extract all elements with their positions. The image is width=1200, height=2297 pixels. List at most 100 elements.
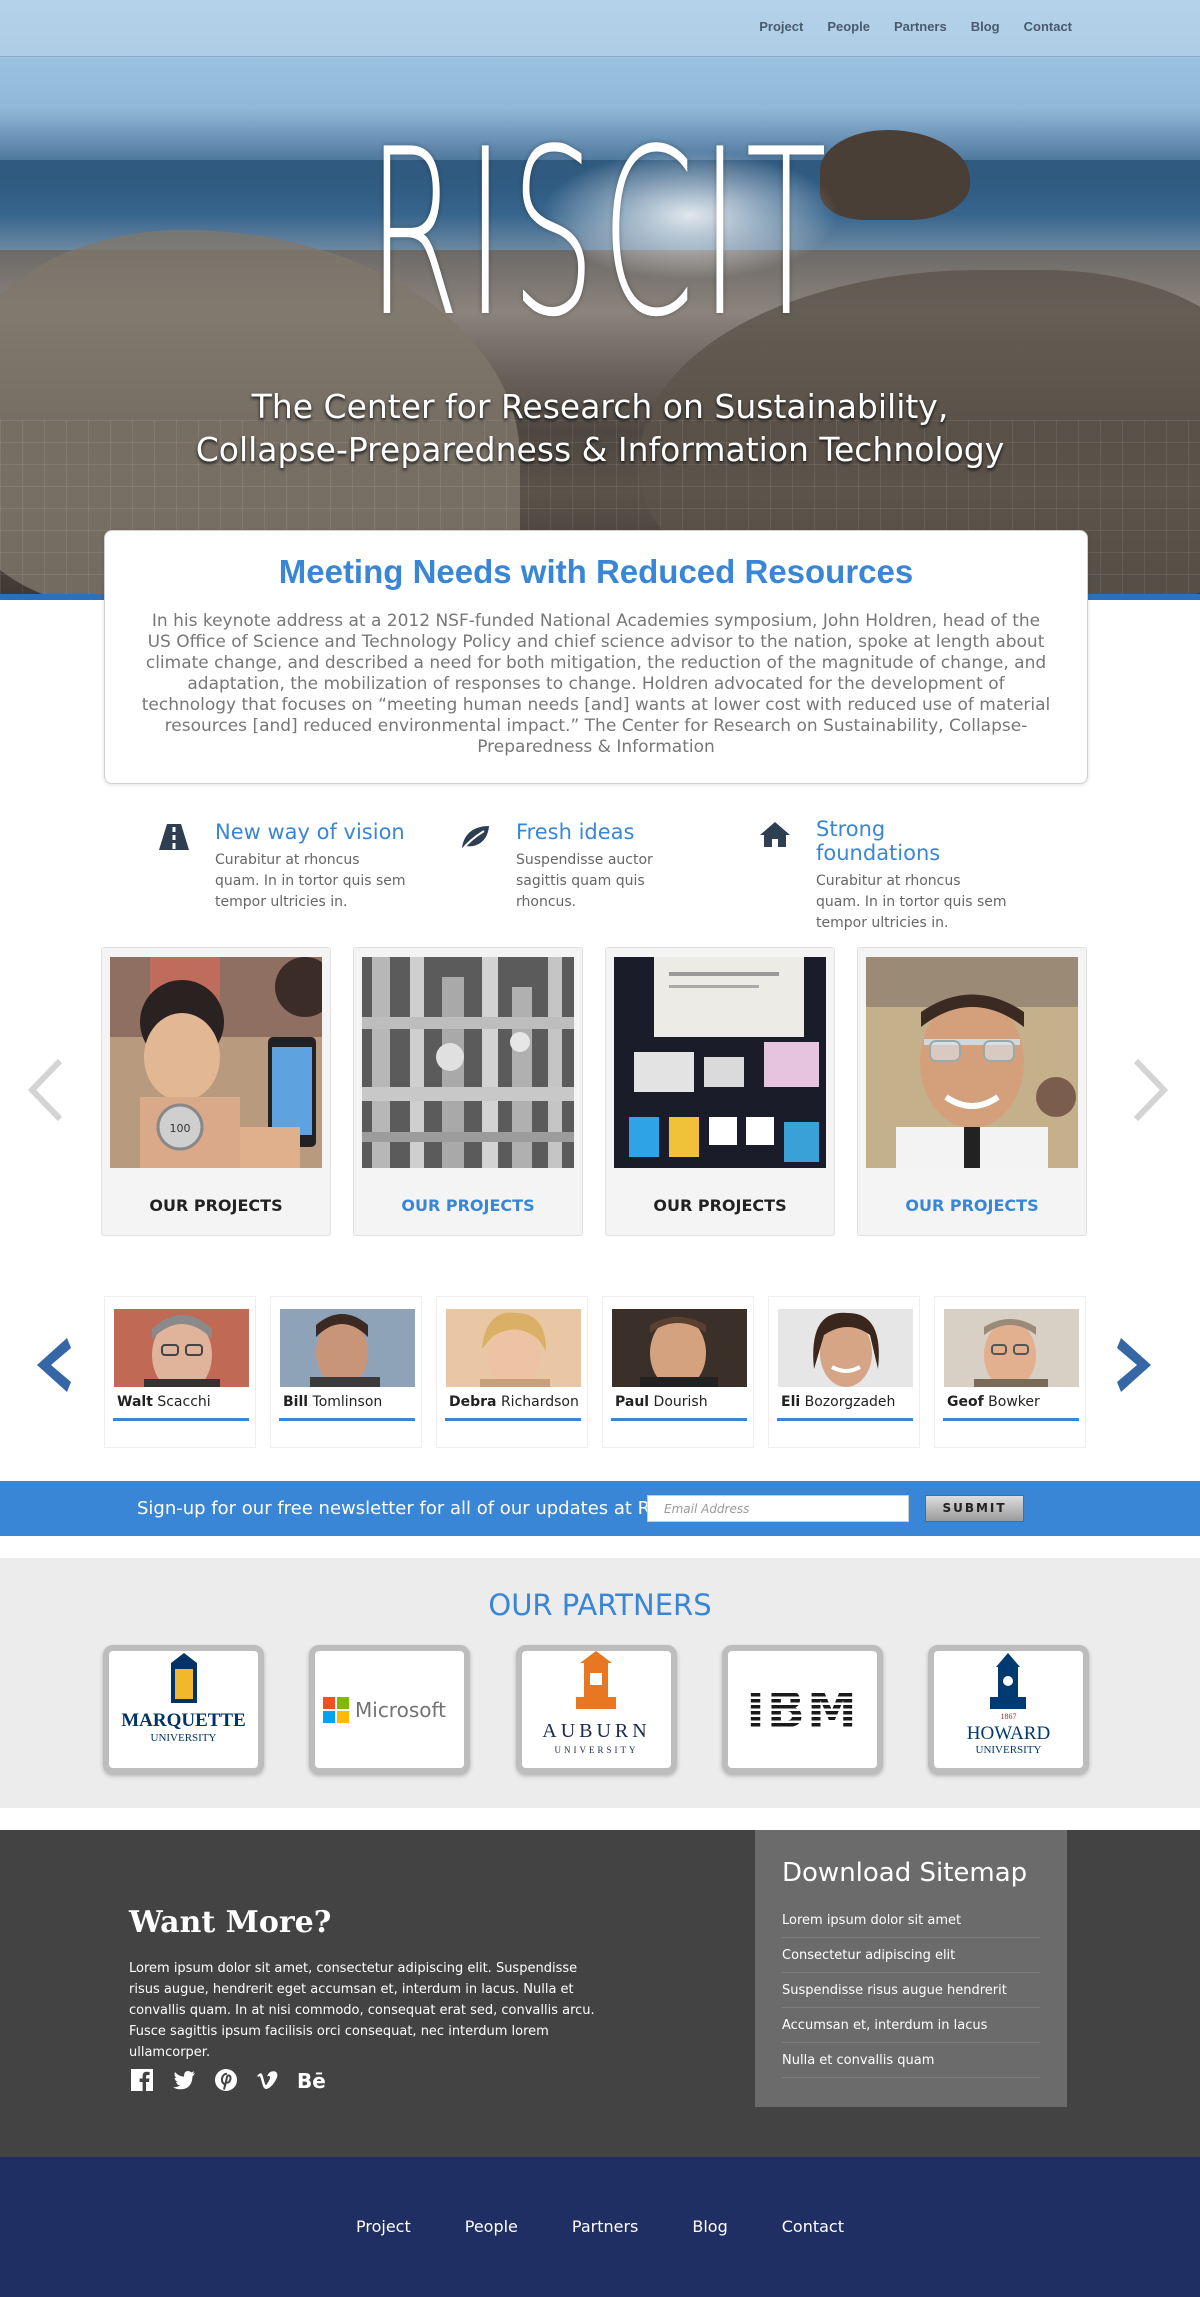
sitemap-item[interactable]: Nulla et convallis quam — [782, 2043, 1040, 2078]
pinterest-icon[interactable] — [213, 2068, 239, 2094]
twitter-icon[interactable] — [171, 2068, 197, 2094]
person-underline — [611, 1418, 747, 1421]
person-name: Walt Scacchi — [117, 1394, 211, 1410]
project-card[interactable]: 100 OUR PROJECTS — [101, 947, 331, 1236]
people-prev-arrow[interactable] — [33, 1336, 73, 1394]
nav-partners[interactable]: Partners — [894, 19, 947, 34]
project-card[interactable]: OUR PROJECTS — [605, 947, 835, 1236]
submit-button[interactable]: SUBMIT — [925, 1495, 1024, 1522]
person-name: Geof Bowker — [947, 1394, 1040, 1410]
want-more-title: Want More? — [129, 1905, 332, 1940]
avatar — [778, 1309, 913, 1387]
feature-title: New way of vision — [215, 820, 405, 844]
nav-contact[interactable]: Contact — [1024, 19, 1072, 34]
person-underline — [943, 1418, 1079, 1421]
person-card[interactable]: Walt Scacchi — [104, 1296, 256, 1448]
project-caption: OUR PROJECTS — [653, 1196, 787, 1215]
feature-text: Curabitur at rhoncus quam. In in tortor … — [816, 873, 1007, 931]
howard-year: 1867 — [1001, 1712, 1017, 1721]
want-more-section: Want More? Lorem ipsum dolor sit amet, c… — [0, 1830, 1200, 2157]
partners-title: OUR PARTNERS — [488, 1588, 712, 1622]
facebook-icon[interactable] — [129, 2068, 155, 2094]
vimeo-icon[interactable] — [255, 2068, 281, 2094]
project-photo-kit — [614, 957, 826, 1168]
projects-prev-arrow[interactable] — [26, 1055, 66, 1125]
auburn-subtitle: UNIVERSITY — [555, 1745, 639, 1755]
footer-link-blog[interactable]: Blog — [692, 2217, 727, 2236]
feature-text: Suspendisse auctor sagittis quam quis rh… — [516, 852, 653, 910]
site-logo: RISCIT — [367, 101, 833, 368]
avatar — [612, 1309, 747, 1387]
person-name: Paul Dourish — [615, 1394, 708, 1410]
social-links: Bē — [129, 2068, 326, 2094]
sitemap-item[interactable]: Accumsan et, interdum in lacus — [782, 2008, 1040, 2043]
project-card[interactable]: OUR PROJECTS — [857, 947, 1087, 1236]
person-name: Eli Bozorgzadeh — [781, 1394, 896, 1410]
projects-next-arrow[interactable] — [1130, 1055, 1170, 1125]
svg-text:100: 100 — [170, 1122, 191, 1135]
microsoft-wordmark: Microsoft — [355, 1698, 446, 1722]
partner-logo-ibm[interactable]: IBM — [722, 1645, 883, 1774]
project-caption: OUR PROJECTS — [401, 1196, 535, 1215]
sitemap-item[interactable]: Consectetur adipiscing elit — [782, 1938, 1040, 1973]
email-field[interactable] — [647, 1495, 909, 1522]
feature-title: Strong foundations — [816, 817, 941, 865]
partner-logo-marquette[interactable]: MARQUETTE UNIVERSITY — [103, 1645, 264, 1774]
home-icon — [758, 819, 792, 849]
person-name: Debra Richardson — [449, 1394, 579, 1410]
avatar — [114, 1309, 249, 1387]
hero-tagline: The Center for Research on Sustainabilit… — [0, 385, 1200, 471]
nav-blog[interactable]: Blog — [971, 19, 1000, 34]
person-name: Bill Tomlinson — [283, 1394, 383, 1410]
person-underline — [445, 1418, 581, 1421]
marquette-subtitle: UNIVERSITY — [151, 1732, 217, 1744]
person-card[interactable]: Geof Bowker — [934, 1296, 1086, 1448]
sitemap-item[interactable]: Suspendisse risus augue hendrerit — [782, 1973, 1040, 2008]
partner-logo-howard[interactable]: 1867 HOWARD UNIVERSITY — [928, 1645, 1089, 1774]
footer-link-project[interactable]: Project — [356, 2217, 411, 2236]
sitemap-item[interactable]: Lorem ipsum dolor sit amet — [782, 1903, 1040, 1938]
marquette-wordmark: MARQUETTE — [121, 1710, 246, 1731]
sitemap-title[interactable]: Download Sitemap — [782, 1858, 1027, 1888]
tagline-line-1: The Center for Research on Sustainabilit… — [251, 387, 949, 426]
person-underline — [777, 1418, 913, 1421]
sitemap-box: Download Sitemap Lorem ipsum dolor sit a… — [755, 1830, 1067, 2107]
nav-people[interactable]: People — [827, 19, 870, 34]
footer-link-people[interactable]: People — [465, 2217, 518, 2236]
feature-text: Curabitur at rhoncus quam. In in tortor … — [215, 852, 406, 910]
person-card[interactable]: Paul Dourish — [602, 1296, 754, 1448]
feature-fresh-ideas: Fresh ideas Suspendisse auctor sagittis … — [458, 820, 708, 913]
project-caption: OUR PROJECTS — [905, 1196, 1039, 1215]
person-card[interactable]: Eli Bozorgzadeh — [768, 1296, 920, 1448]
footer-link-partners[interactable]: Partners — [572, 2217, 638, 2236]
project-card[interactable]: OUR PROJECTS — [353, 947, 583, 1236]
feature-strong-foundations: Strong foundations Curabitur at rhoncus … — [758, 817, 1008, 934]
top-navigation: Project People Partners Blog Contact — [0, 0, 1200, 57]
project-photo-glass — [866, 957, 1078, 1168]
partner-logo-auburn[interactable]: AUBURN UNIVERSITY — [516, 1645, 677, 1774]
avatar — [944, 1309, 1079, 1387]
person-card[interactable]: Debra Richardson — [436, 1296, 588, 1448]
newsletter-bar: Sign-up for our free newsletter for all … — [0, 1481, 1200, 1536]
intro-title: Meeting Needs with Reduced Resources — [278, 553, 914, 590]
nav-project[interactable]: Project — [759, 19, 803, 34]
person-card[interactable]: Bill Tomlinson — [270, 1296, 422, 1448]
avatar — [280, 1309, 415, 1387]
howard-wordmark: HOWARD — [967, 1723, 1050, 1744]
partner-logo-microsoft[interactable]: Microsoft — [309, 1645, 470, 1774]
person-underline — [279, 1418, 415, 1421]
intro-card: Meeting Needs with Reduced Resources In … — [104, 530, 1088, 784]
intro-body: In his keynote address at a 2012 NSF-fun… — [141, 611, 1051, 757]
want-more-body: Lorem ipsum dolor sit amet, consectetur … — [129, 1961, 595, 2060]
road-icon — [157, 822, 191, 852]
howard-subtitle: UNIVERSITY — [976, 1744, 1042, 1756]
ibm-wordmark: IBM — [746, 1681, 858, 1739]
footer: Project People Partners Blog Contact — [0, 2157, 1200, 2297]
behance-icon[interactable]: Bē — [297, 2068, 326, 2094]
footer-link-contact[interactable]: Contact — [782, 2217, 844, 2236]
people-next-arrow[interactable] — [1115, 1336, 1155, 1394]
newsletter-label: Sign-up for our free newsletter for all … — [137, 1498, 696, 1519]
partners-section: OUR PARTNERS MARQUETTE UNIVERSITY Micros… — [0, 1558, 1200, 1808]
avatar — [446, 1309, 581, 1387]
project-caption: OUR PROJECTS — [149, 1196, 283, 1215]
